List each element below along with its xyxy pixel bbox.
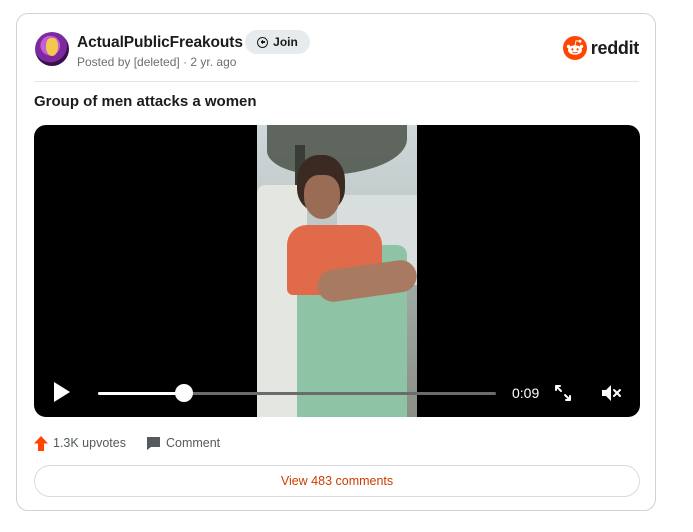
subreddit-avatar[interactable] [35, 32, 69, 66]
meta-separator: · [179, 55, 191, 69]
post-actions: 1.3K upvotes Comment [34, 434, 220, 452]
reddit-embed-card: ActualPublicFreakouts Join Posted by [de… [16, 13, 656, 511]
seek-bar[interactable] [98, 384, 496, 402]
reddit-logo-icon [562, 36, 587, 60]
comment-label: Comment [165, 436, 221, 450]
comment-icon [146, 436, 160, 450]
upvote-arrow-icon [34, 435, 48, 451]
subreddit-name[interactable]: ActualPublicFreakouts [77, 34, 243, 52]
upvote-button[interactable]: 1.3K upvotes [34, 435, 126, 451]
post-title[interactable]: Group of men attacks a women [34, 93, 257, 110]
video-controls: 0:09 [34, 367, 640, 417]
video-player[interactable]: 0:09 [34, 125, 640, 417]
mute-icon[interactable] [600, 383, 622, 403]
fullscreen-icon[interactable] [553, 383, 573, 403]
seek-bar-fill [98, 392, 184, 395]
video-time: 0:09 [512, 385, 540, 401]
upvote-count: 1.3K upvotes [53, 436, 126, 450]
header-divider [34, 81, 639, 82]
play-icon[interactable] [54, 382, 70, 402]
join-button[interactable]: Join [245, 30, 310, 54]
seek-bar-handle[interactable] [174, 384, 193, 402]
comment-button[interactable]: Comment [146, 436, 220, 451]
posted-by: Posted by [deleted] [77, 55, 180, 69]
post-meta: Posted by [deleted] · 2 yr. ago [77, 55, 236, 69]
post-age: 2 yr. ago [190, 55, 237, 69]
reddit-wordmark: reddit [590, 37, 640, 58]
view-comments-button[interactable]: View 483 comments [34, 465, 640, 497]
reddit-logo[interactable]: reddit [562, 36, 640, 60]
join-label: Join [273, 35, 298, 49]
plus-circle-icon [257, 36, 269, 48]
